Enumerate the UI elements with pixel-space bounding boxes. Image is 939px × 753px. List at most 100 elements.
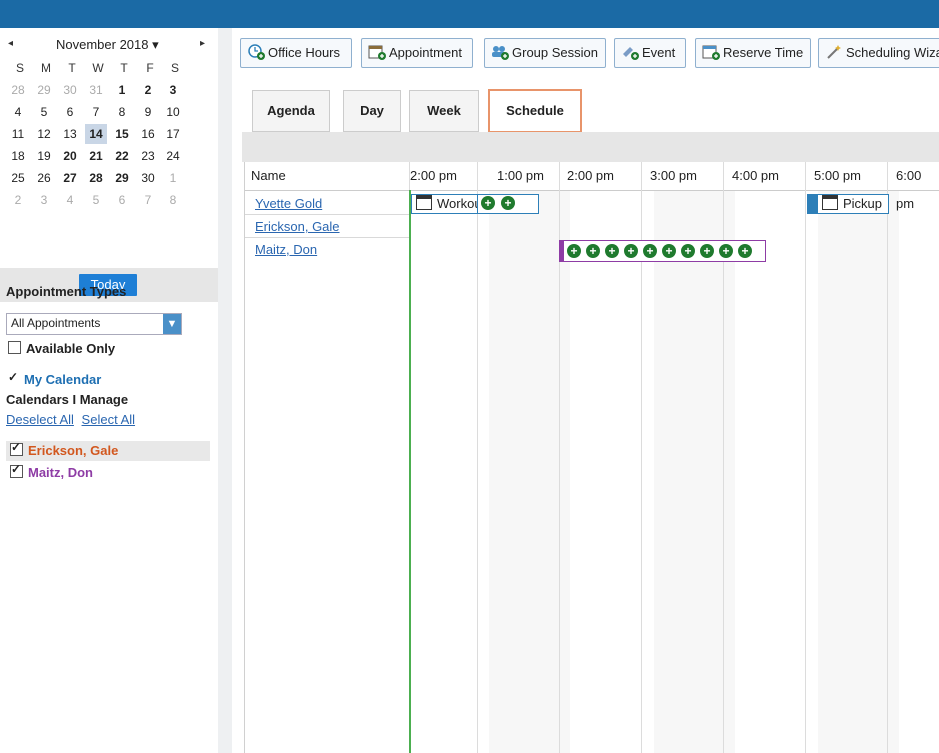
my-calendar-row[interactable]: My Calendar bbox=[8, 370, 102, 387]
event-button[interactable]: Event bbox=[614, 38, 686, 68]
next-month-icon[interactable]: ▸ bbox=[200, 38, 205, 49]
managed-calendar-maitz[interactable]: Maitz, Don bbox=[6, 462, 210, 483]
calendar-day[interactable]: 1 bbox=[162, 168, 184, 188]
column-divider bbox=[477, 162, 478, 753]
appointment-block-workout[interactable]: Workou bbox=[411, 194, 479, 214]
month-selector[interactable]: November 2018 ▾ bbox=[56, 37, 159, 53]
erickson-checkbox[interactable] bbox=[10, 440, 23, 456]
managed-calendar-erickson[interactable]: Erickson, Gale bbox=[6, 440, 210, 461]
reserve-time-button[interactable]: Reserve Time bbox=[695, 38, 811, 68]
maitz-label: Maitz, Don bbox=[28, 465, 93, 480]
calendar-day[interactable]: 3 bbox=[162, 80, 184, 100]
my-calendar-checkbox[interactable] bbox=[8, 370, 19, 385]
calendar-day[interactable]: 5 bbox=[33, 102, 55, 122]
add-slot-icon[interactable]: + bbox=[624, 244, 638, 258]
calendar-day[interactable]: 17 bbox=[162, 124, 184, 144]
calendar-day[interactable]: 16 bbox=[137, 124, 159, 144]
add-slot-icon[interactable]: + bbox=[681, 244, 695, 258]
available-only-label: Available Only bbox=[26, 341, 116, 356]
appointment-button[interactable]: Appointment bbox=[361, 38, 473, 68]
maitz-checkbox[interactable] bbox=[10, 462, 23, 478]
appointment-types-heading: Appointment Types bbox=[6, 284, 127, 299]
calendar-day[interactable]: 21 bbox=[85, 146, 107, 166]
time-header: 4:00 pm bbox=[732, 168, 779, 183]
scheduling-wizard-button[interactable]: Scheduling Wiza bbox=[818, 38, 939, 68]
tab-agenda[interactable]: Agenda bbox=[252, 90, 330, 132]
add-slot-icon[interactable]: + bbox=[586, 244, 600, 258]
calendar-day[interactable]: 5 bbox=[85, 190, 107, 210]
calendar-add-icon bbox=[702, 42, 720, 60]
group-session-button[interactable]: Group Session bbox=[484, 38, 606, 68]
weekday-header: T bbox=[68, 61, 76, 75]
appointment-block-pickup[interactable]: Pickup bbox=[807, 194, 889, 214]
calendar-day[interactable]: 30 bbox=[137, 168, 159, 188]
add-slot-icon[interactable]: + bbox=[719, 244, 733, 258]
person-link-maitz-don[interactable]: Maitz, Don bbox=[255, 242, 317, 257]
calendar-day[interactable]: 8 bbox=[111, 102, 133, 122]
time-header: 5:00 pm bbox=[814, 168, 861, 183]
calendar-day-today[interactable]: 14 bbox=[85, 124, 107, 144]
calendar-day[interactable]: 2 bbox=[137, 80, 159, 100]
calendar-day[interactable]: 13 bbox=[59, 124, 81, 144]
person-link-yvette-gold[interactable]: Yvette Gold bbox=[255, 196, 322, 211]
calendar-day[interactable]: 8 bbox=[162, 190, 184, 210]
weekday-header: M bbox=[41, 61, 51, 75]
add-slot-icon[interactable]: + bbox=[662, 244, 676, 258]
available-only-row[interactable]: Available Only bbox=[8, 341, 115, 356]
calendar-day[interactable]: 27 bbox=[59, 168, 81, 188]
calendar-day[interactable]: 6 bbox=[111, 190, 133, 210]
available-only-checkbox[interactable] bbox=[8, 341, 21, 354]
calendar-day[interactable]: 4 bbox=[7, 102, 29, 122]
person-link-erickson-gale[interactable]: Erickson, Gale bbox=[255, 219, 340, 234]
tab-day[interactable]: Day bbox=[343, 90, 401, 132]
calendar-day[interactable]: 6 bbox=[59, 102, 81, 122]
calendar-day[interactable]: 10 bbox=[162, 102, 184, 122]
appointment-title: Workou bbox=[437, 196, 479, 211]
calendar-day[interactable]: 30 bbox=[59, 80, 81, 100]
calendar-day[interactable]: 23 bbox=[137, 146, 159, 166]
add-slot-icon[interactable]: + bbox=[481, 196, 495, 210]
calendar-day[interactable]: 9 bbox=[137, 102, 159, 122]
calendar-day[interactable]: 22 bbox=[111, 146, 133, 166]
calendar-icon bbox=[822, 195, 838, 210]
calendar-day[interactable]: 3 bbox=[33, 190, 55, 210]
calendar-day[interactable]: 4 bbox=[59, 190, 81, 210]
add-slot-icon[interactable]: + bbox=[700, 244, 714, 258]
deselect-all-link[interactable]: Deselect All bbox=[6, 412, 74, 427]
calendar-day[interactable]: 1 bbox=[111, 80, 133, 100]
calendar-day[interactable]: 29 bbox=[111, 168, 133, 188]
calendar-day[interactable]: 18 bbox=[7, 146, 29, 166]
add-slot-icon[interactable]: + bbox=[643, 244, 657, 258]
calendar-day[interactable]: 19 bbox=[33, 146, 55, 166]
my-calendar-label: My Calendar bbox=[24, 372, 102, 387]
office-hours-button[interactable]: Office Hours bbox=[240, 38, 352, 68]
calendar-day[interactable]: 20 bbox=[59, 146, 81, 166]
calendar-day[interactable]: 26 bbox=[33, 168, 55, 188]
calendar-day[interactable]: 29 bbox=[33, 80, 55, 100]
select-all-link[interactable]: Select All bbox=[82, 412, 135, 427]
prev-month-icon[interactable]: ◂ bbox=[8, 38, 13, 49]
add-slot-icon[interactable]: + bbox=[567, 244, 581, 258]
calendar-day[interactable]: 15 bbox=[111, 124, 133, 144]
calendar-day[interactable]: 2 bbox=[7, 190, 29, 210]
calendar-day[interactable]: 25 bbox=[7, 168, 29, 188]
column-divider bbox=[887, 162, 888, 753]
wand-icon bbox=[825, 42, 843, 59]
appointment-type-select[interactable]: All Appointments ▼ bbox=[6, 313, 182, 335]
scheduling-wizard-label: Scheduling Wiza bbox=[846, 45, 939, 60]
appointment-title: Pickup bbox=[843, 196, 883, 211]
calendar-day[interactable]: 7 bbox=[85, 102, 107, 122]
calendar-day[interactable]: 24 bbox=[162, 146, 184, 166]
add-slot-icon[interactable]: + bbox=[501, 196, 515, 210]
calendar-day[interactable]: 28 bbox=[7, 80, 29, 100]
tab-schedule[interactable]: Schedule bbox=[488, 89, 582, 133]
add-slot-icon[interactable]: + bbox=[738, 244, 752, 258]
add-slot-icon[interactable]: + bbox=[605, 244, 619, 258]
calendar-day[interactable]: 7 bbox=[137, 190, 159, 210]
calendar-day[interactable]: 12 bbox=[33, 124, 55, 144]
calendar-day[interactable]: 11 bbox=[7, 124, 29, 144]
chevron-down-icon[interactable]: ▼ bbox=[163, 314, 181, 334]
calendar-day[interactable]: 31 bbox=[85, 80, 107, 100]
tab-week[interactable]: Week bbox=[409, 90, 479, 132]
calendar-day[interactable]: 28 bbox=[85, 168, 107, 188]
